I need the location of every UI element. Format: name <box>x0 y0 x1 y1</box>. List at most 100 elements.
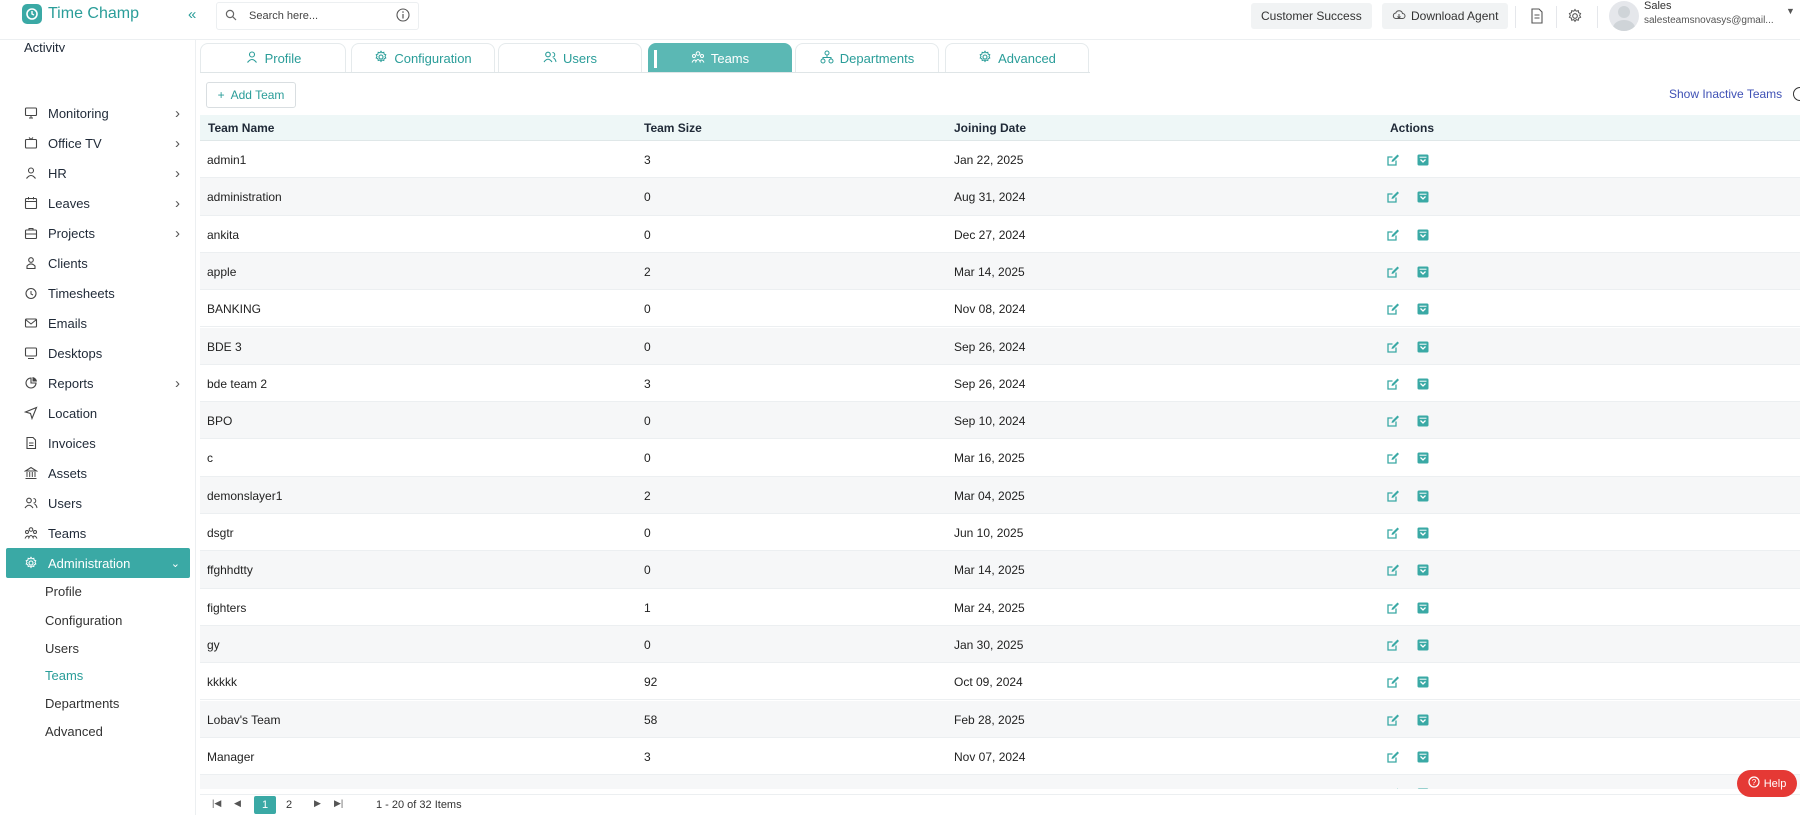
sidebar-item-office-tv[interactable]: Office TV › <box>6 128 190 158</box>
tab-configuration[interactable]: Configuration <box>351 43 495 73</box>
show-inactive-teams-link[interactable]: Show Inactive Teams <box>1669 87 1782 101</box>
customer-success-button[interactable]: Customer Success <box>1251 3 1372 29</box>
tab-profile[interactable]: Profile <box>200 43 346 73</box>
table-row[interactable]: BDE 3 0 Sep 26, 2024 <box>200 327 1800 365</box>
sidebar-item-desktops[interactable]: Desktops <box>6 338 190 368</box>
sidebar-subitem-configuration[interactable]: Configuration <box>45 613 122 628</box>
archive-icon[interactable] <box>1416 377 1430 391</box>
last-page-icon[interactable]: ▶| <box>334 798 343 809</box>
table-row[interactable]: Manager 3 Nov 07, 2024 <box>200 738 1800 776</box>
edit-icon[interactable] <box>1386 265 1400 279</box>
app-logo[interactable]: Time Champ <box>22 4 139 24</box>
sidebar-subitem-teams[interactable]: Teams <box>45 668 83 683</box>
sidebar-subitem-advanced[interactable]: Advanced <box>45 724 103 739</box>
edit-icon[interactable] <box>1386 414 1400 428</box>
archive-icon[interactable] <box>1416 563 1430 577</box>
edit-icon[interactable] <box>1386 377 1400 391</box>
sidebar-subitem-users[interactable]: Users <box>45 641 79 656</box>
table-row[interactable]: gy 0 Jan 30, 2025 <box>200 625 1800 664</box>
chevron-down-icon[interactable]: ▼ <box>1786 6 1795 16</box>
tab-users[interactable]: Users <box>498 43 642 73</box>
sidebar-item-reports[interactable]: Reports › <box>6 368 190 398</box>
edit-icon[interactable] <box>1386 638 1400 652</box>
tab-teams[interactable]: Teams <box>648 43 792 73</box>
table-row[interactable]: ffghhdtty 0 Mar 14, 2025 <box>200 551 1800 589</box>
search-input[interactable] <box>249 10 384 22</box>
sidebar-subitem-profile[interactable]: Profile <box>45 584 82 599</box>
archive-icon[interactable] <box>1416 340 1430 354</box>
edit-icon[interactable] <box>1386 750 1400 764</box>
table-row[interactable]: c 0 Mar 16, 2025 <box>200 439 1800 477</box>
column-header-team-size[interactable]: Team Size <box>644 121 702 135</box>
sidebar-item-projects[interactable]: Projects › <box>6 218 190 248</box>
edit-icon[interactable] <box>1386 526 1400 540</box>
search-box[interactable] <box>216 2 419 30</box>
archive-icon[interactable] <box>1416 713 1430 727</box>
table-row[interactable]: ankita 0 Dec 27, 2024 <box>200 216 1800 253</box>
tab-departments[interactable]: Departments <box>795 43 939 73</box>
refresh-icon[interactable] <box>1793 87 1800 101</box>
table-row[interactable]: kkkkk 92 Oct 09, 2024 <box>200 663 1800 701</box>
sidebar-item-assets[interactable]: Assets <box>6 458 190 488</box>
sidebar-item-hr[interactable]: HR › <box>6 158 190 188</box>
sidebar-item-location[interactable]: Location <box>6 398 190 428</box>
settings-gear-icon[interactable] <box>1566 7 1584 25</box>
edit-icon[interactable] <box>1386 190 1400 204</box>
table-row[interactable]: 3 Dec 18, 2024 <box>200 775 1800 789</box>
download-agent-button[interactable]: Download Agent <box>1382 3 1509 29</box>
archive-icon[interactable] <box>1416 601 1430 615</box>
sidebar-item-teams[interactable]: Teams <box>6 518 190 548</box>
column-header-team-name[interactable]: Team Name <box>208 121 274 135</box>
table-row[interactable]: admin1 3 Jan 22, 2025 <box>200 141 1800 179</box>
sidebar-item-administration[interactable]: Administration ⌄ <box>6 548 190 578</box>
table-row[interactable]: fighters 1 Mar 24, 2025 <box>200 589 1800 626</box>
prev-page-icon[interactable]: ◀ <box>234 798 241 809</box>
next-page-icon[interactable]: ▶ <box>314 798 321 809</box>
edit-icon[interactable] <box>1386 302 1400 316</box>
sidebar-item-monitoring[interactable]: Monitoring › <box>6 98 190 128</box>
edit-icon[interactable] <box>1386 601 1400 615</box>
archive-icon[interactable] <box>1416 153 1430 167</box>
document-icon[interactable] <box>1528 7 1546 25</box>
sidebar-item-activity[interactable]: Activity <box>24 40 65 52</box>
archive-icon[interactable] <box>1416 451 1430 465</box>
sidebar-item-emails[interactable]: Emails <box>6 308 190 338</box>
column-header-joining-date[interactable]: Joining Date <box>954 121 1026 135</box>
edit-icon[interactable] <box>1386 489 1400 503</box>
archive-icon[interactable] <box>1416 675 1430 689</box>
info-icon[interactable] <box>396 7 410 25</box>
archive-icon[interactable] <box>1416 489 1430 503</box>
table-row[interactable]: demonslayer1 2 Mar 04, 2025 <box>200 476 1800 514</box>
edit-icon[interactable] <box>1386 340 1400 354</box>
collapse-sidebar-icon[interactable]: « <box>188 6 197 23</box>
avatar[interactable] <box>1609 1 1639 31</box>
tab-advanced[interactable]: Advanced <box>945 43 1089 73</box>
archive-icon[interactable] <box>1416 228 1430 242</box>
archive-icon[interactable] <box>1416 302 1430 316</box>
archive-icon[interactable] <box>1416 526 1430 540</box>
table-row[interactable]: BPO 0 Sep 10, 2024 <box>200 402 1800 440</box>
page-1-button[interactable]: 1 <box>254 796 276 814</box>
edit-icon[interactable] <box>1386 675 1400 689</box>
archive-icon[interactable] <box>1416 787 1430 789</box>
sidebar-item-timesheets[interactable]: Timesheets <box>6 278 190 308</box>
table-row[interactable]: dsgtr 0 Jun 10, 2025 <box>200 514 1800 552</box>
sidebar-item-invoices[interactable]: Invoices <box>6 428 190 458</box>
edit-icon[interactable] <box>1386 713 1400 727</box>
archive-icon[interactable] <box>1416 265 1430 279</box>
table-row[interactable]: Lobav's Team 58 Feb 28, 2025 <box>200 700 1800 738</box>
table-row[interactable]: bde team 2 3 Sep 26, 2024 <box>200 365 1800 403</box>
table-row[interactable]: BANKING 0 Nov 08, 2024 <box>200 290 1800 328</box>
archive-icon[interactable] <box>1416 638 1430 652</box>
edit-icon[interactable] <box>1386 787 1400 789</box>
archive-icon[interactable] <box>1416 750 1430 764</box>
add-team-button[interactable]: + Add Team <box>206 82 296 108</box>
edit-icon[interactable] <box>1386 228 1400 242</box>
edit-icon[interactable] <box>1386 563 1400 577</box>
sidebar-item-users[interactable]: Users <box>6 488 190 518</box>
sidebar-subitem-departments[interactable]: Departments <box>45 696 119 711</box>
archive-icon[interactable] <box>1416 414 1430 428</box>
table-row[interactable]: apple 2 Mar 14, 2025 <box>200 252 1800 291</box>
edit-icon[interactable] <box>1386 451 1400 465</box>
page-2-button[interactable]: 2 <box>278 796 300 814</box>
